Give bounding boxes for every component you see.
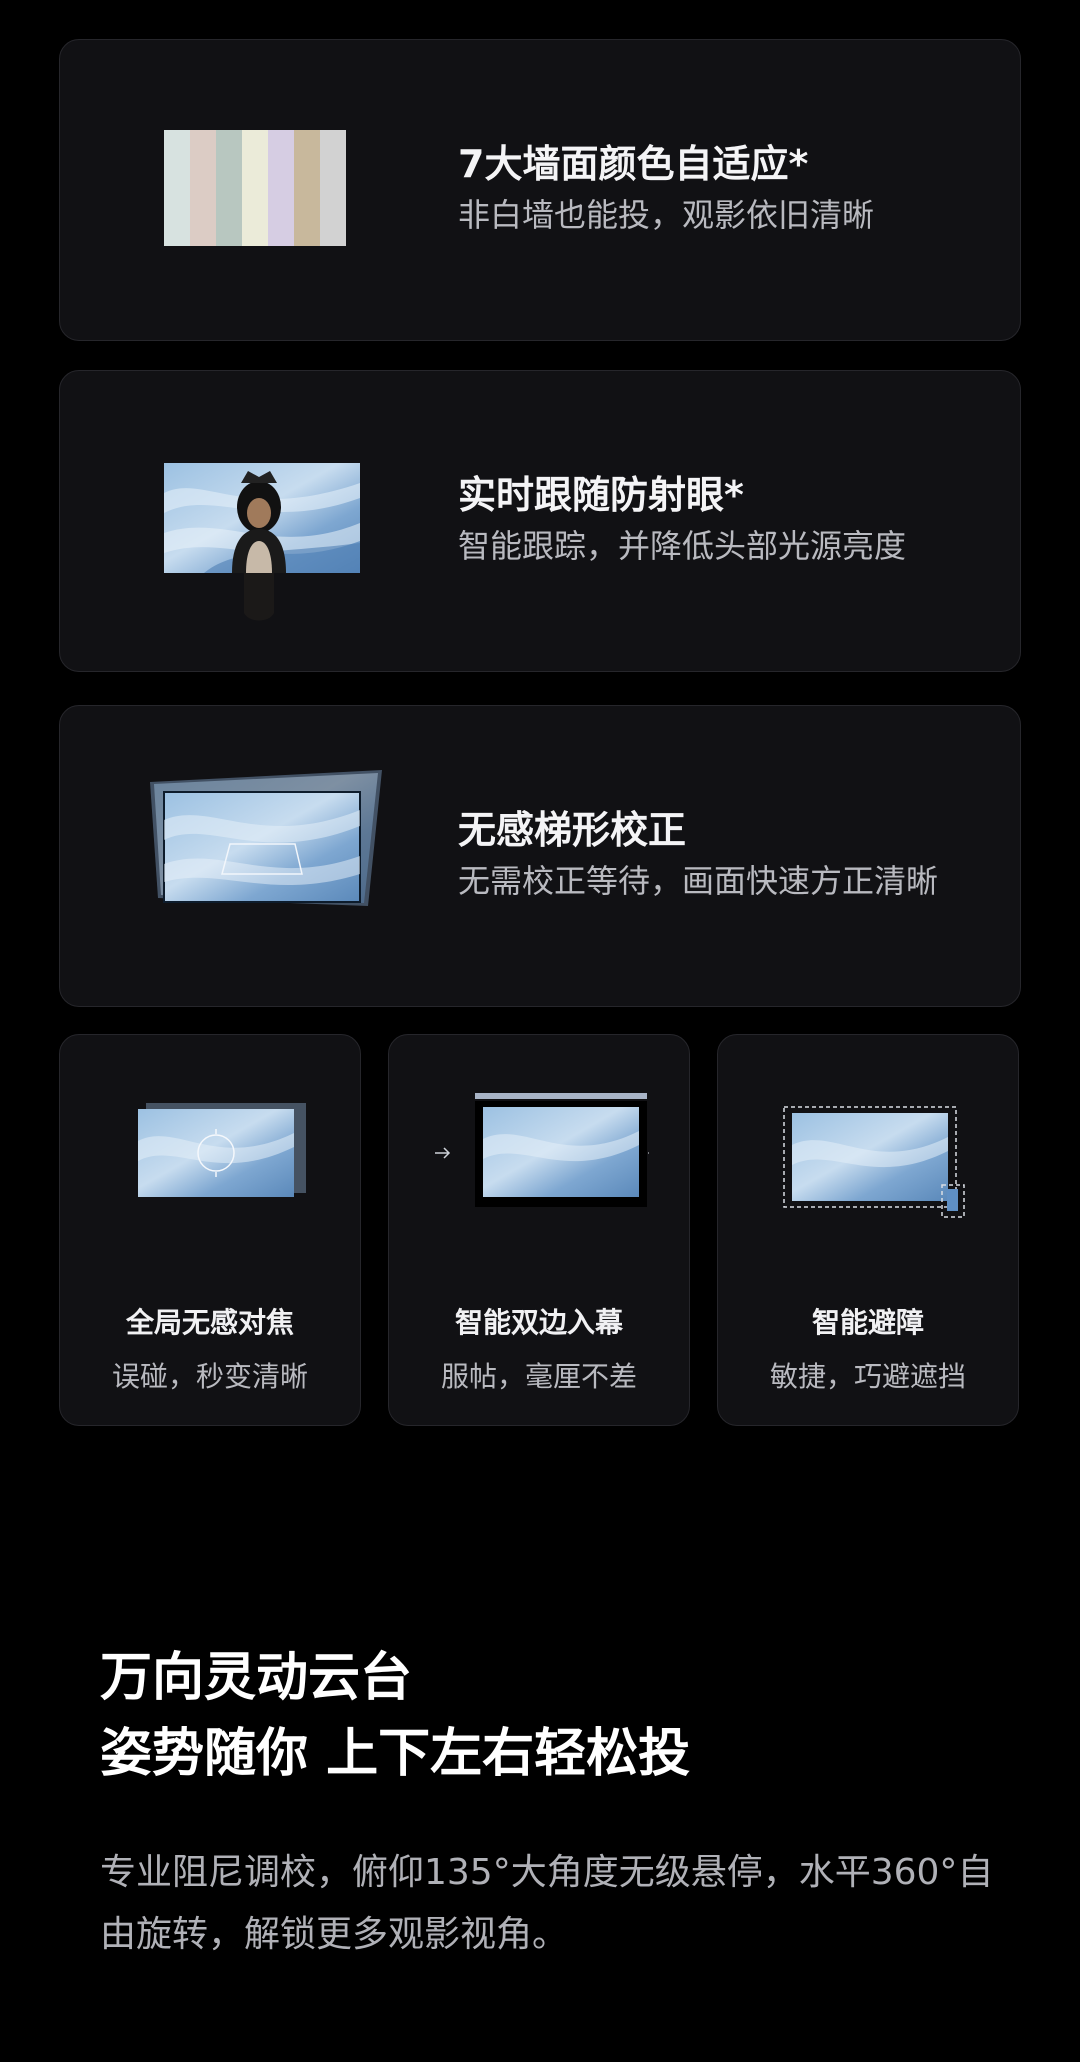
feature-title: 智能避障	[811, 1306, 924, 1339]
feature-card-auto-focus: 全局无感对焦 误碰，秒变清晰	[59, 1034, 361, 1426]
person-in-front-of-screen-image	[164, 463, 360, 621]
feature-card-keystone: 无感梯形校正 无需校正等待，画面快速方正清晰	[59, 705, 1021, 1007]
swatch	[242, 130, 268, 246]
feature-subtitle: 敏捷，巧避遮挡	[769, 1360, 966, 1393]
swatch	[190, 130, 216, 246]
feature-card-wall-color: 7大墙面颜色自适应* 非白墙也能投，观影依旧清晰	[59, 39, 1021, 341]
feature-subtitle: 非白墙也能投，观影依旧清晰	[458, 196, 875, 234]
swatch	[216, 130, 242, 246]
feature-title: 全局无感对焦	[125, 1306, 294, 1339]
section-body: 专业阻尼调校，俯仰135°大角度无级悬停，水平360°自由旋转，解锁更多观影视角…	[100, 1852, 994, 1955]
swatch	[320, 130, 346, 246]
heading-line: 万向灵动云台	[100, 1648, 413, 1708]
obstacle-avoid-icon	[783, 1106, 965, 1218]
feature-title: 无感梯形校正	[458, 808, 687, 852]
swatch	[268, 130, 294, 246]
wall-color-swatches	[164, 130, 346, 246]
feature-subtitle: 服帖，毫厘不差	[440, 1360, 637, 1393]
section-heading: 万向灵动云台 姿势随你 上下左右轻松投	[100, 1640, 690, 1792]
feature-title: 7大墙面颜色自适应*	[458, 142, 809, 186]
feature-title: 智能双边入幕	[454, 1306, 623, 1339]
feature-subtitle: 误碰，秒变清晰	[111, 1360, 308, 1393]
feature-card-eye-protection: 实时跟随防射眼* 智能跟踪，并降低头部光源亮度	[59, 370, 1021, 672]
heading-line: 姿势随你 上下左右轻松投	[100, 1724, 691, 1784]
feature-card-obstacle-avoid: 智能避障 敏捷，巧避遮挡	[717, 1034, 1019, 1426]
feature-subtitle: 无需校正等待，画面快速方正清晰	[458, 862, 939, 900]
feature-title: 实时跟随防射眼*	[458, 473, 744, 517]
screen-align-arrows-icon	[435, 1093, 649, 1207]
focus-ring-icon	[138, 1103, 306, 1197]
feature-card-screen-fit: 智能双边入幕 服帖，毫厘不差	[388, 1034, 690, 1426]
swatch	[164, 130, 190, 246]
swatch	[294, 130, 320, 246]
keystone-correction-image	[150, 770, 382, 906]
feature-subtitle: 智能跟踪，并降低头部光源亮度	[458, 527, 907, 565]
